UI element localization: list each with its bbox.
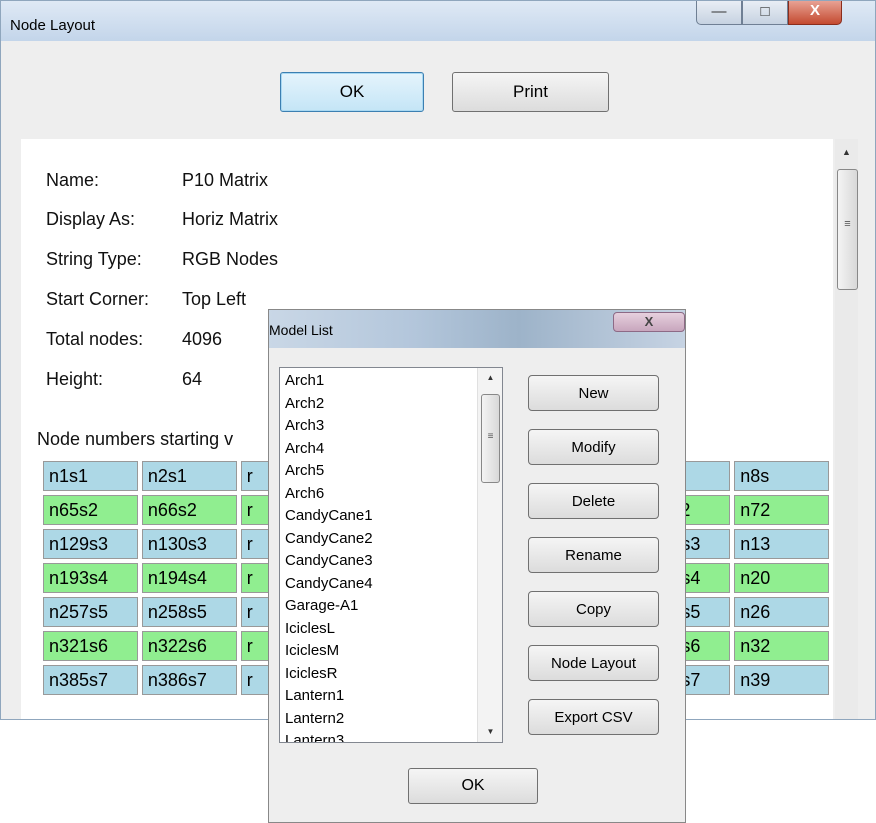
node-cell: n386s7 bbox=[141, 665, 237, 695]
info-value-string-type: RGB Nodes bbox=[182, 249, 279, 269]
node-cell: n8s bbox=[734, 461, 829, 491]
model-list-item[interactable]: IciclesL bbox=[285, 620, 335, 637]
node-cell: n32 bbox=[734, 631, 829, 661]
info-value-name: P10 Matrix bbox=[182, 170, 269, 190]
minimize-icon: — bbox=[711, 3, 727, 20]
scroll-up-icon[interactable]: ▲ bbox=[835, 147, 858, 157]
node-cell: n322s6 bbox=[141, 631, 237, 661]
model-listbox[interactable]: Arch1 Arch2 Arch3 Arch4 Arch5 Arch6 CandyCane1… bbox=[279, 367, 503, 743]
scroll-thumb[interactable]: ≡ bbox=[837, 169, 858, 290]
node-cell: n72 bbox=[734, 495, 829, 525]
model-list-window: Model List X Arch1 Arch2 Arch3 Arch4 Arch5 Ar… bbox=[268, 309, 686, 823]
node-numbers-caption: Node numbers starting v bbox=[37, 429, 234, 449]
node-layout-button[interactable]: Node Layout bbox=[528, 645, 659, 681]
window-title: Node Layout bbox=[10, 17, 96, 34]
model-list-close-button[interactable]: X bbox=[613, 312, 685, 332]
node-cell: n321s6 bbox=[43, 631, 138, 661]
model-list-item[interactable]: CandyCane2 bbox=[285, 530, 373, 547]
info-label-height: Height: bbox=[46, 369, 104, 389]
rename-button[interactable]: Rename bbox=[528, 537, 659, 573]
node-cell: n258s5 bbox=[141, 597, 237, 627]
minimize-button[interactable]: — bbox=[696, 1, 742, 25]
node-cell: n2s1 bbox=[141, 461, 237, 491]
model-list-title: Model List bbox=[269, 322, 333, 338]
export-csv-button[interactable]: Export CSV bbox=[528, 699, 659, 735]
node-cell: n65s2 bbox=[43, 495, 138, 525]
info-label-display-as: Display As: bbox=[46, 209, 136, 229]
model-list-item[interactable]: Arch6 bbox=[285, 485, 324, 502]
info-value-total-nodes: 4096 bbox=[182, 329, 223, 349]
info-label-name: Name: bbox=[46, 170, 100, 190]
maximize-button[interactable]: □ bbox=[742, 1, 788, 25]
node-cell: n26 bbox=[734, 597, 829, 627]
node-cell: n1s1 bbox=[43, 461, 138, 491]
node-cell: n257s5 bbox=[43, 597, 138, 627]
model-list-item[interactable]: CandyCane4 bbox=[285, 575, 373, 592]
info-label-start-corner: Start Corner: bbox=[46, 289, 150, 309]
modify-button[interactable]: Modify bbox=[528, 429, 659, 465]
ok-button[interactable]: OK bbox=[280, 72, 424, 112]
model-list-item[interactable]: Arch2 bbox=[285, 395, 324, 412]
model-list-item[interactable]: Arch5 bbox=[285, 462, 324, 479]
info-label-string-type: String Type: bbox=[46, 249, 142, 269]
model-list-item[interactable]: Lantern2 bbox=[285, 710, 344, 727]
model-list-item[interactable]: Arch3 bbox=[285, 417, 324, 434]
node-layout-titlebar[interactable]: Node Layout — □ X bbox=[1, 1, 875, 41]
scroll-down-icon[interactable]: ▼ bbox=[478, 727, 502, 736]
info-value-start-corner: Top Left bbox=[182, 289, 247, 309]
new-button[interactable]: New bbox=[528, 375, 659, 411]
info-value-display-as: Horiz Matrix bbox=[182, 209, 279, 229]
maximize-icon: □ bbox=[760, 3, 770, 20]
scroll-up-icon[interactable]: ▲ bbox=[478, 373, 502, 382]
model-list-scrollbar[interactable]: ▲ ≡ ▼ bbox=[477, 368, 502, 742]
model-list-item[interactable]: Lantern1 bbox=[285, 687, 344, 704]
node-cell: n193s4 bbox=[43, 563, 138, 593]
close-icon: X bbox=[644, 314, 654, 329]
info-value-height: 64 bbox=[182, 369, 203, 389]
print-button[interactable]: Print bbox=[452, 72, 609, 112]
node-cell: n66s2 bbox=[141, 495, 237, 525]
node-cell: n385s7 bbox=[43, 665, 138, 695]
model-list-item[interactable]: Arch4 bbox=[285, 440, 324, 457]
node-cell: n13 bbox=[734, 529, 829, 559]
scroll-thumb[interactable]: ≡ bbox=[481, 394, 500, 483]
model-list-titlebar[interactable]: Model List X bbox=[269, 310, 685, 348]
model-list-ok-button[interactable]: OK bbox=[408, 768, 538, 804]
model-list-item[interactable]: IciclesM bbox=[285, 642, 339, 659]
node-cell: n129s3 bbox=[43, 529, 138, 559]
node-cell: n20 bbox=[734, 563, 829, 593]
delete-button[interactable]: Delete bbox=[528, 483, 659, 519]
model-list-item[interactable]: CandyCane3 bbox=[285, 552, 373, 569]
node-cell: n39 bbox=[734, 665, 829, 695]
grip-icon: ≡ bbox=[487, 431, 494, 442]
close-icon: X bbox=[809, 2, 820, 19]
node-cell: n130s3 bbox=[141, 529, 237, 559]
info-label-total-nodes: Total nodes: bbox=[46, 329, 144, 349]
vertical-scrollbar[interactable]: ▲ ≡ bbox=[835, 139, 858, 719]
copy-button[interactable]: Copy bbox=[528, 591, 659, 627]
grip-icon: ≡ bbox=[844, 218, 851, 230]
model-list-item[interactable]: Garage-A1 bbox=[285, 597, 358, 614]
model-list-item[interactable]: IciclesR bbox=[285, 665, 338, 682]
model-list-item[interactable]: Lantern3 bbox=[285, 732, 344, 742]
close-button[interactable]: X bbox=[788, 1, 842, 25]
model-list-item[interactable]: CandyCane1 bbox=[285, 507, 373, 524]
node-cell: n194s4 bbox=[141, 563, 237, 593]
model-list-item[interactable]: Arch1 bbox=[285, 372, 324, 389]
